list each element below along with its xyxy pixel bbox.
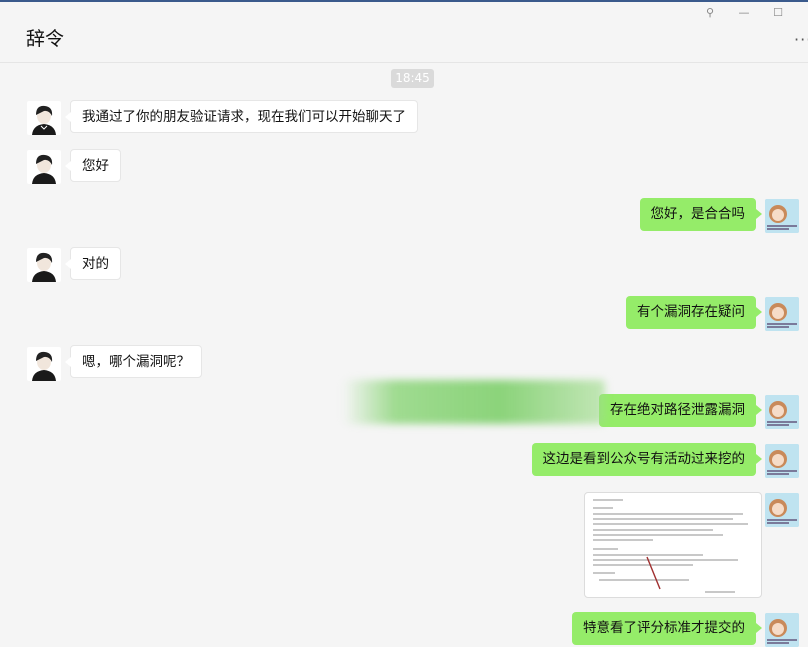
incoming-message[interactable]: 我通过了你的朋友验证请求，现在我们可以开始聊天了 <box>65 100 418 133</box>
annotation-arrow-icon <box>646 556 661 590</box>
anime-avatar-icon <box>765 493 799 527</box>
boy-avatar-icon <box>32 154 56 184</box>
boy-avatar-icon <box>32 252 56 282</box>
incoming-message[interactable]: 嗯，哪个漏洞呢？ <box>65 345 202 378</box>
anime-avatar-icon <box>765 199 799 233</box>
anime-avatar-icon <box>765 395 799 429</box>
boy-avatar-icon <box>32 351 56 381</box>
self-avatar[interactable] <box>765 199 799 233</box>
outgoing-message[interactable]: 存在绝对路径泄露漏洞 <box>599 394 762 427</box>
maximize-button[interactable]: ☐ <box>768 6 788 19</box>
self-avatar[interactable] <box>765 444 799 478</box>
more-options-icon[interactable]: ··· <box>794 30 808 49</box>
self-avatar[interactable] <box>765 493 799 527</box>
self-avatar[interactable] <box>765 395 799 429</box>
contact-avatar[interactable] <box>27 101 61 135</box>
blur-redaction <box>343 380 605 424</box>
anime-avatar-icon <box>765 297 799 331</box>
self-avatar[interactable] <box>765 297 799 331</box>
outgoing-message[interactable]: 有个漏洞存在疑问 <box>626 296 762 329</box>
contact-avatar[interactable] <box>27 150 61 184</box>
contact-avatar[interactable] <box>27 347 61 381</box>
outgoing-message[interactable]: 这边是看到公众号有活动过来挖的 <box>531 443 762 476</box>
boy-avatar-icon <box>32 105 56 135</box>
self-avatar[interactable] <box>765 613 799 647</box>
message-timestamp: 18:45 <box>391 69 434 88</box>
contact-avatar[interactable] <box>27 248 61 282</box>
incoming-message[interactable]: 您好 <box>65 149 121 182</box>
chat-title: 辞令 <box>26 28 65 50</box>
pin-icon[interactable]: ⚲ <box>700 6 720 19</box>
chat-header: 辞令 ⚲ — ☐ ··· <box>0 2 808 63</box>
image-message[interactable] <box>584 492 762 598</box>
incoming-message[interactable]: 对的 <box>65 247 121 280</box>
outgoing-message[interactable]: 特意看了评分标准才提交的 <box>572 612 762 645</box>
minimize-button[interactable]: — <box>734 6 754 19</box>
anime-avatar-icon <box>765 613 799 647</box>
message-list[interactable]: 18:45 我通过了你的朋友验证请求，现在我们可以开始聊天了 您好 您好，是合合… <box>0 64 808 647</box>
anime-avatar-icon <box>765 444 799 478</box>
outgoing-message[interactable]: 您好，是合合吗 <box>639 198 762 231</box>
